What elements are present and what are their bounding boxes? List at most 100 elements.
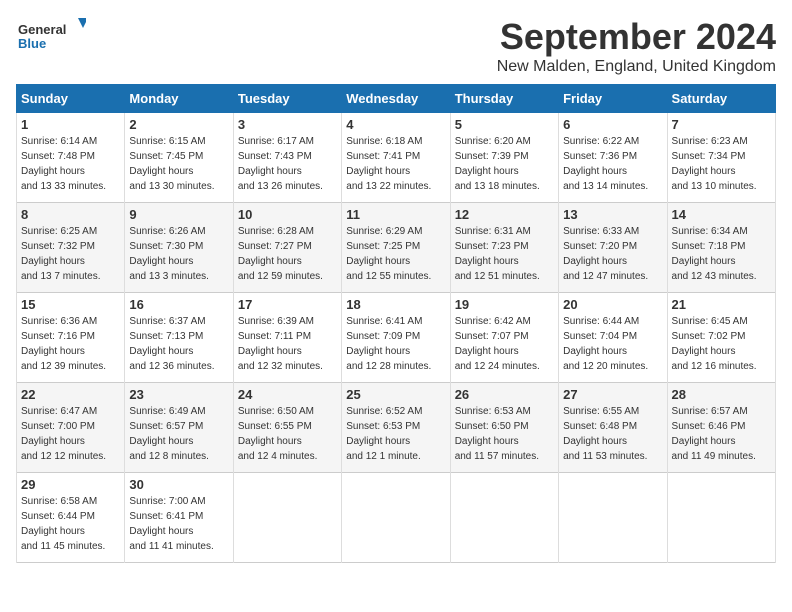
calendar-cell: 20 Sunrise: 6:44 AM Sunset: 7:04 PM Dayl… [559, 293, 667, 383]
calendar-week-row: 22 Sunrise: 6:47 AM Sunset: 7:00 PM Dayl… [17, 383, 776, 473]
calendar-cell: 8 Sunrise: 6:25 AM Sunset: 7:32 PM Dayli… [17, 203, 125, 293]
day-info: Sunrise: 6:25 AM Sunset: 7:32 PM Dayligh… [21, 224, 120, 284]
day-number: 28 [672, 387, 771, 402]
calendar-cell: 19 Sunrise: 6:42 AM Sunset: 7:07 PM Dayl… [450, 293, 558, 383]
day-info: Sunrise: 6:36 AM Sunset: 7:16 PM Dayligh… [21, 314, 120, 374]
day-number: 5 [455, 117, 554, 132]
calendar-cell: 22 Sunrise: 6:47 AM Sunset: 7:00 PM Dayl… [17, 383, 125, 473]
day-info: Sunrise: 6:50 AM Sunset: 6:55 PM Dayligh… [238, 404, 337, 464]
day-info: Sunrise: 6:22 AM Sunset: 7:36 PM Dayligh… [563, 134, 662, 194]
logo: General Blue [16, 16, 86, 56]
header-friday: Friday [559, 85, 667, 113]
day-info: Sunrise: 7:00 AM Sunset: 6:41 PM Dayligh… [129, 494, 228, 554]
calendar-cell: 11 Sunrise: 6:29 AM Sunset: 7:25 PM Dayl… [342, 203, 450, 293]
day-number: 12 [455, 207, 554, 222]
day-info: Sunrise: 6:26 AM Sunset: 7:30 PM Dayligh… [129, 224, 228, 284]
calendar-cell: 5 Sunrise: 6:20 AM Sunset: 7:39 PM Dayli… [450, 113, 558, 203]
calendar-cell: 24 Sunrise: 6:50 AM Sunset: 6:55 PM Dayl… [233, 383, 341, 473]
calendar-cell: 9 Sunrise: 6:26 AM Sunset: 7:30 PM Dayli… [125, 203, 233, 293]
svg-text:Blue: Blue [18, 36, 46, 51]
svg-text:General: General [18, 22, 66, 37]
day-number: 16 [129, 297, 228, 312]
day-number: 25 [346, 387, 445, 402]
calendar-cell: 15 Sunrise: 6:36 AM Sunset: 7:16 PM Dayl… [17, 293, 125, 383]
calendar-cell: 13 Sunrise: 6:33 AM Sunset: 7:20 PM Dayl… [559, 203, 667, 293]
day-info: Sunrise: 6:44 AM Sunset: 7:04 PM Dayligh… [563, 314, 662, 374]
day-info: Sunrise: 6:55 AM Sunset: 6:48 PM Dayligh… [563, 404, 662, 464]
header-wednesday: Wednesday [342, 85, 450, 113]
day-number: 8 [21, 207, 120, 222]
calendar-cell: 28 Sunrise: 6:57 AM Sunset: 6:46 PM Dayl… [667, 383, 775, 473]
day-number: 6 [563, 117, 662, 132]
day-info: Sunrise: 6:45 AM Sunset: 7:02 PM Dayligh… [672, 314, 771, 374]
calendar-cell [342, 473, 450, 563]
calendar-cell: 25 Sunrise: 6:52 AM Sunset: 6:53 PM Dayl… [342, 383, 450, 473]
day-info: Sunrise: 6:58 AM Sunset: 6:44 PM Dayligh… [21, 494, 120, 554]
title-area: September 2024 New Malden, England, Unit… [497, 16, 776, 76]
day-info: Sunrise: 6:17 AM Sunset: 7:43 PM Dayligh… [238, 134, 337, 194]
day-number: 10 [238, 207, 337, 222]
month-title: September 2024 [497, 16, 776, 58]
day-info: Sunrise: 6:49 AM Sunset: 6:57 PM Dayligh… [129, 404, 228, 464]
day-number: 23 [129, 387, 228, 402]
day-info: Sunrise: 6:31 AM Sunset: 7:23 PM Dayligh… [455, 224, 554, 284]
calendar-cell [450, 473, 558, 563]
day-number: 14 [672, 207, 771, 222]
header: General Blue September 2024 New Malden, … [16, 16, 776, 76]
calendar-cell: 23 Sunrise: 6:49 AM Sunset: 6:57 PM Dayl… [125, 383, 233, 473]
calendar-cell: 3 Sunrise: 6:17 AM Sunset: 7:43 PM Dayli… [233, 113, 341, 203]
day-number: 26 [455, 387, 554, 402]
calendar-cell: 12 Sunrise: 6:31 AM Sunset: 7:23 PM Dayl… [450, 203, 558, 293]
day-info: Sunrise: 6:28 AM Sunset: 7:27 PM Dayligh… [238, 224, 337, 284]
header-tuesday: Tuesday [233, 85, 341, 113]
header-sunday: Sunday [17, 85, 125, 113]
calendar-cell [233, 473, 341, 563]
day-number: 22 [21, 387, 120, 402]
calendar-cell [667, 473, 775, 563]
day-number: 3 [238, 117, 337, 132]
day-number: 9 [129, 207, 228, 222]
calendar-week-row: 29 Sunrise: 6:58 AM Sunset: 6:44 PM Dayl… [17, 473, 776, 563]
header-monday: Monday [125, 85, 233, 113]
day-number: 20 [563, 297, 662, 312]
header-thursday: Thursday [450, 85, 558, 113]
location-title: New Malden, England, United Kingdom [497, 58, 776, 76]
day-number: 13 [563, 207, 662, 222]
day-info: Sunrise: 6:39 AM Sunset: 7:11 PM Dayligh… [238, 314, 337, 374]
calendar-cell: 1 Sunrise: 6:14 AM Sunset: 7:48 PM Dayli… [17, 113, 125, 203]
day-number: 15 [21, 297, 120, 312]
day-info: Sunrise: 6:53 AM Sunset: 6:50 PM Dayligh… [455, 404, 554, 464]
calendar-cell: 6 Sunrise: 6:22 AM Sunset: 7:36 PM Dayli… [559, 113, 667, 203]
day-number: 4 [346, 117, 445, 132]
calendar-cell [559, 473, 667, 563]
calendar-week-row: 15 Sunrise: 6:36 AM Sunset: 7:16 PM Dayl… [17, 293, 776, 383]
day-info: Sunrise: 6:18 AM Sunset: 7:41 PM Dayligh… [346, 134, 445, 194]
day-info: Sunrise: 6:41 AM Sunset: 7:09 PM Dayligh… [346, 314, 445, 374]
calendar-body: 1 Sunrise: 6:14 AM Sunset: 7:48 PM Dayli… [17, 113, 776, 563]
day-number: 21 [672, 297, 771, 312]
calendar-cell: 30 Sunrise: 7:00 AM Sunset: 6:41 PM Dayl… [125, 473, 233, 563]
calendar-cell: 7 Sunrise: 6:23 AM Sunset: 7:34 PM Dayli… [667, 113, 775, 203]
day-number: 30 [129, 477, 228, 492]
day-info: Sunrise: 6:57 AM Sunset: 6:46 PM Dayligh… [672, 404, 771, 464]
day-info: Sunrise: 6:23 AM Sunset: 7:34 PM Dayligh… [672, 134, 771, 194]
day-info: Sunrise: 6:52 AM Sunset: 6:53 PM Dayligh… [346, 404, 445, 464]
day-info: Sunrise: 6:15 AM Sunset: 7:45 PM Dayligh… [129, 134, 228, 194]
calendar-header: Sunday Monday Tuesday Wednesday Thursday… [17, 85, 776, 113]
calendar-cell: 17 Sunrise: 6:39 AM Sunset: 7:11 PM Dayl… [233, 293, 341, 383]
day-number: 18 [346, 297, 445, 312]
day-number: 1 [21, 117, 120, 132]
day-info: Sunrise: 6:20 AM Sunset: 7:39 PM Dayligh… [455, 134, 554, 194]
calendar-week-row: 8 Sunrise: 6:25 AM Sunset: 7:32 PM Dayli… [17, 203, 776, 293]
calendar-cell: 10 Sunrise: 6:28 AM Sunset: 7:27 PM Dayl… [233, 203, 341, 293]
calendar-cell: 18 Sunrise: 6:41 AM Sunset: 7:09 PM Dayl… [342, 293, 450, 383]
day-number: 17 [238, 297, 337, 312]
calendar-cell: 16 Sunrise: 6:37 AM Sunset: 7:13 PM Dayl… [125, 293, 233, 383]
calendar-cell: 2 Sunrise: 6:15 AM Sunset: 7:45 PM Dayli… [125, 113, 233, 203]
calendar-cell: 26 Sunrise: 6:53 AM Sunset: 6:50 PM Dayl… [450, 383, 558, 473]
day-info: Sunrise: 6:34 AM Sunset: 7:18 PM Dayligh… [672, 224, 771, 284]
day-number: 24 [238, 387, 337, 402]
calendar-week-row: 1 Sunrise: 6:14 AM Sunset: 7:48 PM Dayli… [17, 113, 776, 203]
day-info: Sunrise: 6:42 AM Sunset: 7:07 PM Dayligh… [455, 314, 554, 374]
calendar-cell: 14 Sunrise: 6:34 AM Sunset: 7:18 PM Dayl… [667, 203, 775, 293]
